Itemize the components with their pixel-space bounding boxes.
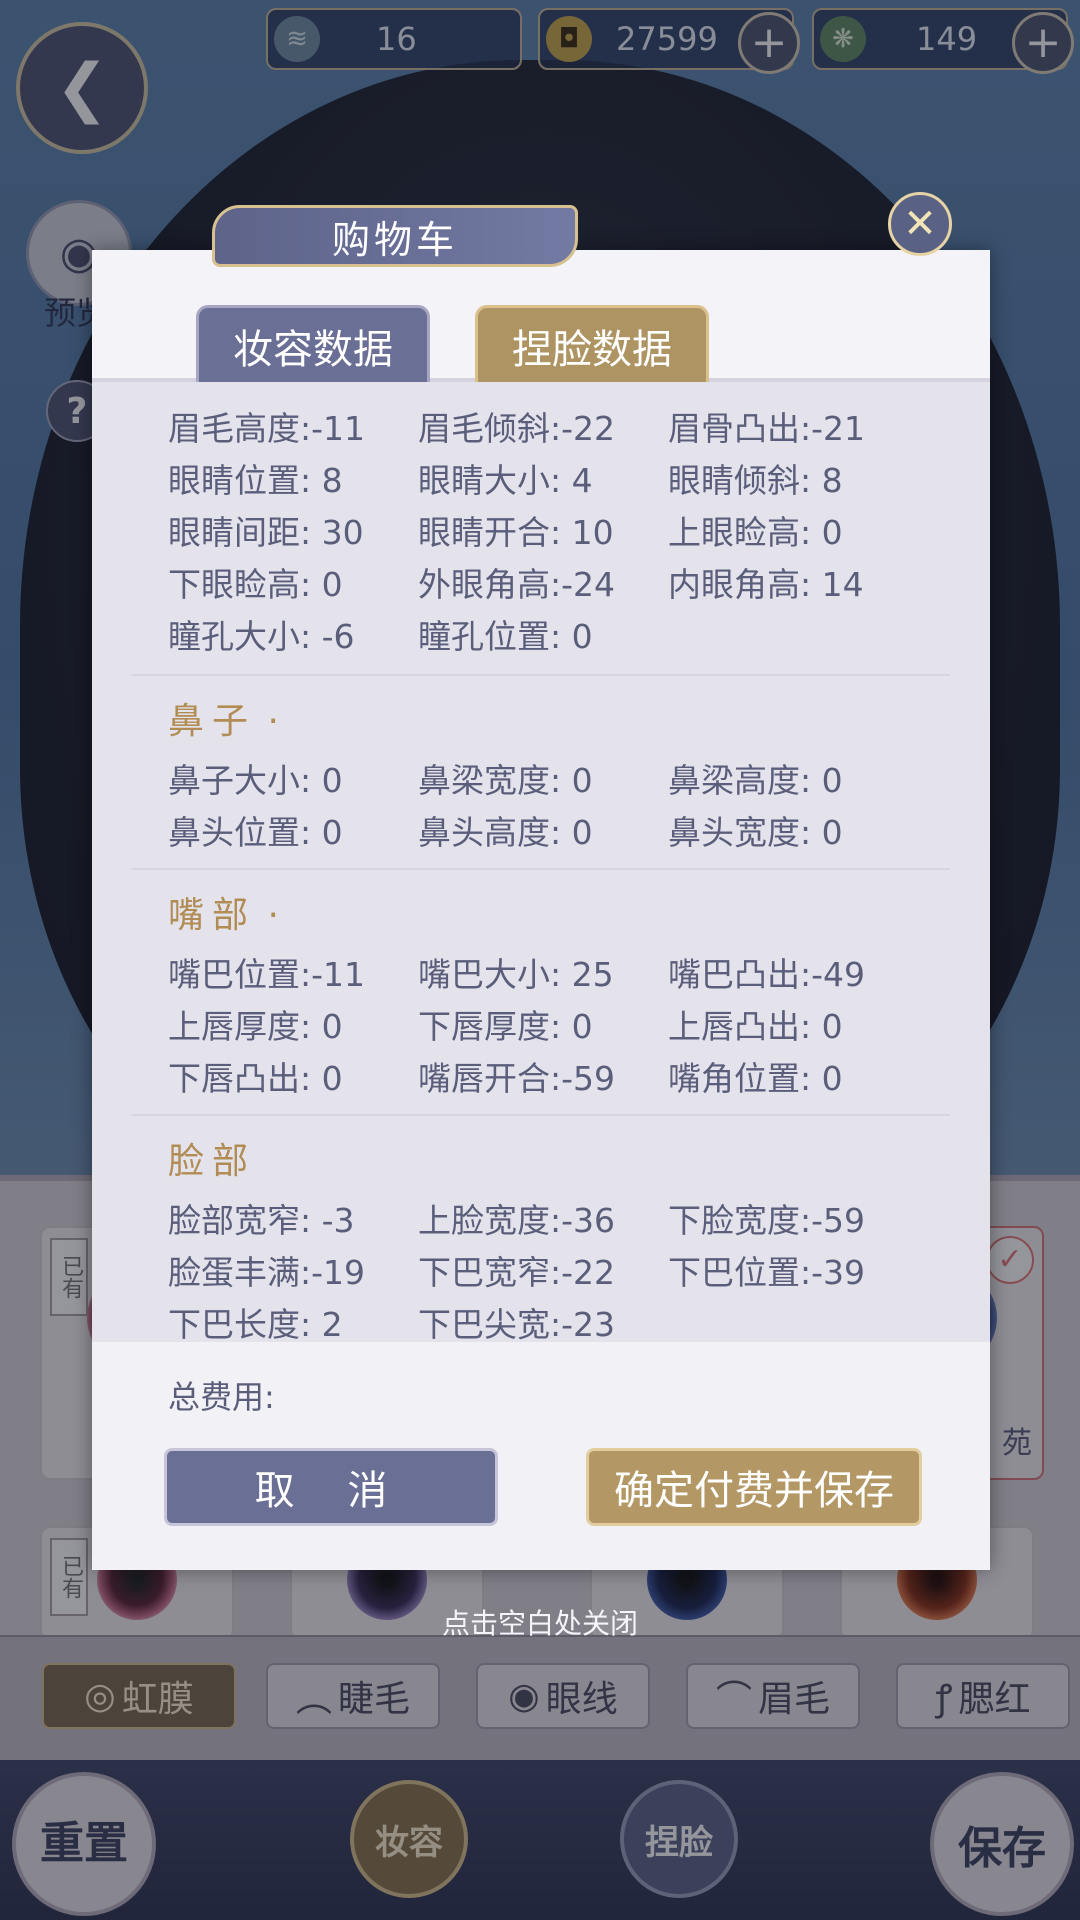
close-button[interactable]: ✕ — [888, 192, 952, 256]
section-title-text: 脸部 — [168, 1141, 257, 1182]
data-cell: 眼睛倾斜: 8 — [668, 461, 843, 500]
data-cell: 眼睛位置: 8 — [168, 461, 343, 500]
data-row: 下眼睑高: 0 外眼角高:-24 内眼角高: 14 — [168, 558, 928, 608]
data-cell: 眼睛开合: 10 — [418, 513, 614, 552]
data-cell: 上唇凸出: 0 — [668, 1007, 843, 1046]
section-title-text: 嘴部 — [168, 895, 257, 936]
section-divider — [132, 868, 950, 870]
data-cell: 鼻子大小: 0 — [168, 761, 343, 800]
data-row: 眼睛间距: 30 眼睛开合: 10 上眼睑高: 0 — [168, 506, 928, 556]
data-cell: 嘴巴位置:-11 — [168, 955, 366, 994]
data-cell: 上唇厚度: 0 — [168, 1007, 343, 1046]
close-icon: ✕ — [903, 201, 937, 247]
data-cell: 鼻梁宽度: 0 — [418, 761, 593, 800]
confirm-pay-save-button[interactable]: 确定付费并保存 — [586, 1448, 922, 1526]
data-cell: 眼睛间距: 30 — [168, 513, 364, 552]
section-divider — [132, 674, 950, 676]
data-cell: 下巴长度: 2 — [168, 1305, 343, 1342]
section-title-nose: 鼻子 · — [168, 701, 279, 742]
section-title-face: 脸部 — [168, 1132, 256, 1184]
data-cell: 内眼角高: 14 — [668, 565, 864, 604]
modal-title: 购物车 — [212, 205, 578, 267]
data-row: 脸蛋丰满:-19 下巴宽窄:-22 下巴位置:-39 — [168, 1246, 928, 1296]
data-cell: 眉毛高度:-11 — [168, 409, 366, 448]
data-row: 下巴长度: 2 下巴尖宽:-23 — [168, 1298, 928, 1342]
data-cell: 下脸宽度:-59 — [668, 1201, 866, 1240]
modal-header: 妆容数据 捏脸数据 — [92, 250, 990, 384]
data-cell: 眼睛大小: 4 — [418, 461, 593, 500]
data-cell: 鼻头高度: 0 — [418, 813, 593, 852]
tab-makeup-data[interactable]: 妆容数据 — [196, 305, 430, 384]
data-cell: 外眼角高:-24 — [418, 565, 616, 604]
total-cost-label: 总费用: — [168, 1378, 275, 1416]
data-cell: 鼻头宽度: 0 — [668, 813, 843, 852]
cancel-button[interactable]: 取 消 — [164, 1448, 498, 1526]
data-row: 脸部宽窄: -3 上脸宽度:-36 下脸宽度:-59 — [168, 1194, 928, 1244]
data-cell: 下唇厚度: 0 — [418, 1007, 593, 1046]
data-cell: 鼻梁高度: 0 — [668, 761, 843, 800]
data-cell: 眉骨凸出:-21 — [668, 409, 866, 448]
data-row: 嘴巴位置:-11 嘴巴大小: 25 嘴巴凸出:-49 — [168, 948, 928, 998]
section-title-text: 鼻子 — [168, 701, 257, 742]
data-cell: 上脸宽度:-36 — [418, 1201, 616, 1240]
data-row: 眼睛位置: 8 眼睛大小: 4 眼睛倾斜: 8 — [168, 454, 928, 504]
data-cell: 脸蛋丰满:-19 — [168, 1253, 366, 1292]
data-cell: 上眼睑高: 0 — [668, 513, 843, 552]
data-row: 鼻子大小: 0 鼻梁宽度: 0 鼻梁高度: 0 — [168, 754, 928, 804]
data-cell: 下巴宽窄:-22 — [418, 1253, 616, 1292]
data-cell: 嘴巴大小: 25 — [418, 955, 614, 994]
data-cell: 下眼睑高: 0 — [168, 565, 343, 604]
data-row: 瞳孔大小: -6 瞳孔位置: 0 — [168, 610, 928, 660]
data-cell: 脸部宽窄: -3 — [168, 1201, 355, 1240]
data-row: 眉毛高度:-11 眉毛倾斜:-22 眉骨凸出:-21 — [168, 402, 928, 452]
data-row: 上唇厚度: 0 下唇厚度: 0 上唇凸出: 0 — [168, 1000, 928, 1050]
shopping-cart-modal: 妆容数据 捏脸数据 购物车 ✕ 眉毛高度:-11 眉毛倾斜:-22 眉骨凸出:-… — [92, 192, 990, 1570]
data-cell: 嘴角位置: 0 — [668, 1059, 843, 1098]
data-cell: 嘴唇开合:-59 — [418, 1059, 616, 1098]
data-cell: 瞳孔位置: 0 — [418, 617, 593, 656]
section-title-mouth: 嘴部 · — [168, 895, 279, 936]
modal-footer: 总费用: 取 消 确定付费并保存 — [92, 1342, 990, 1570]
data-cell: 嘴巴凸出:-49 — [668, 955, 866, 994]
data-cell: 眉毛倾斜:-22 — [418, 409, 616, 448]
data-row: 鼻头位置: 0 鼻头高度: 0 鼻头宽度: 0 — [168, 806, 928, 856]
face-data-list[interactable]: 眉毛高度:-11 眉毛倾斜:-22 眉骨凸出:-21 眼睛位置: 8 眼睛大小:… — [92, 382, 990, 1342]
section-divider — [132, 1114, 950, 1116]
data-row: 下唇凸出: 0 嘴唇开合:-59 嘴角位置: 0 — [168, 1052, 928, 1102]
tab-face-data[interactable]: 捏脸数据 — [475, 305, 709, 384]
data-cell: 下巴位置:-39 — [668, 1253, 866, 1292]
data-cell: 鼻头位置: 0 — [168, 813, 343, 852]
data-cell: 下巴尖宽:-23 — [418, 1305, 616, 1342]
data-cell: 瞳孔大小: -6 — [168, 617, 355, 656]
tap-blank-to-close-hint: 点击空白处关闭 — [441, 1607, 638, 1640]
data-cell: 下唇凸出: 0 — [168, 1059, 343, 1098]
